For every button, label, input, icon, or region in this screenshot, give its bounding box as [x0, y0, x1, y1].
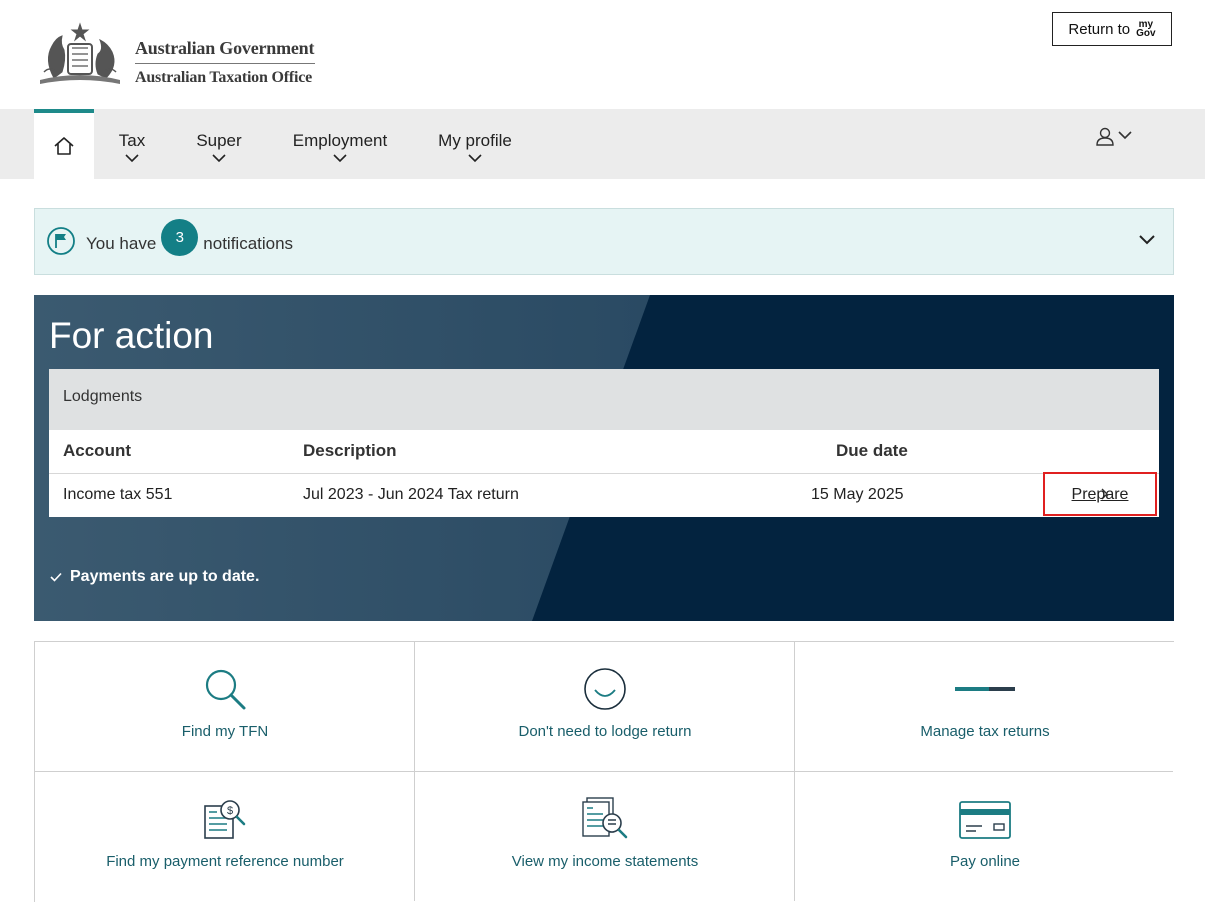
flag-icon: [47, 227, 75, 255]
column-description: Description: [303, 441, 397, 460]
tile-payment-reference[interactable]: $ Find my payment reference number: [35, 772, 415, 902]
lodgments-heading: Lodgments: [49, 369, 1159, 430]
prepare-button[interactable]: Prepare: [1043, 472, 1157, 516]
chevron-down-icon: [125, 154, 139, 163]
agency-name: Australian Taxation Office: [135, 69, 313, 86]
payments-status: Payments are up to date.: [50, 568, 259, 586]
notifications-count-badge: 3: [161, 219, 199, 256]
smile-icon: [584, 668, 626, 710]
notifications-prefix: You have: [86, 233, 157, 253]
tile-manage-tax-returns[interactable]: Manage tax returns: [795, 642, 1175, 772]
nav-home[interactable]: [34, 109, 94, 179]
return-to-label: Return to: [1068, 20, 1131, 38]
nav-super-label: Super: [196, 131, 242, 150]
search-icon: [205, 669, 246, 710]
lodgments-table: Lodgments Account Description Due date I…: [49, 369, 1159, 517]
check-icon: [50, 572, 62, 582]
tile-divider: [35, 771, 1173, 772]
payments-status-text: Payments are up to date.: [70, 568, 260, 585]
notifications-bar[interactable]: You have 3 notifications: [34, 208, 1174, 275]
mygov-logo: my Gov: [1136, 20, 1156, 39]
government-branding: Australian Government Australian Taxatio…: [135, 38, 315, 87]
chevron-down-icon: [333, 154, 347, 163]
tile-dont-need-to-lodge[interactable]: Don't need to lodge return: [415, 642, 795, 772]
user-menu-icon[interactable]: [1096, 127, 1136, 147]
row-account: Income tax 551: [63, 486, 173, 503]
for-action-title: For action: [49, 315, 214, 356]
branding-divider: [135, 63, 315, 64]
column-due-date: Due date: [836, 441, 908, 460]
notifications-text: You have 3 notifications: [86, 219, 294, 257]
for-action-panel: For action Lodgments Account Description…: [34, 295, 1174, 621]
site-header: Australian Government Australian Taxatio…: [0, 0, 1205, 109]
notifications-suffix: notifications: [203, 233, 294, 253]
chevron-down-icon: [212, 154, 226, 163]
nav-super[interactable]: Super: [194, 131, 244, 163]
tile-label: Manage tax returns: [920, 723, 1050, 740]
chevron-down-icon: [468, 154, 482, 163]
home-icon: [54, 137, 74, 155]
row-due-date: 15 May 2025: [811, 486, 904, 503]
coat-of-arms-logo: [40, 22, 120, 84]
tile-pay-online[interactable]: Pay online: [795, 772, 1175, 902]
tile-label: Don't need to lodge return: [518, 723, 692, 740]
payment-reference-icon: $: [204, 800, 246, 839]
tile-find-my-tfn[interactable]: Find my TFN: [35, 642, 415, 772]
chevron-down-icon[interactable]: [1138, 234, 1156, 246]
row-description: Jul 2023 - Jun 2024 Tax return: [303, 486, 519, 503]
return-to-mygov-button[interactable]: Return to my Gov: [1052, 12, 1172, 46]
svg-text:$: $: [227, 805, 233, 817]
government-name: Australian Government: [135, 38, 315, 58]
quick-links-grid: Find my TFN Don't need to lodge return M…: [34, 641, 1175, 902]
nav-employment-label: Employment: [292, 131, 388, 150]
nav-employment[interactable]: Employment: [290, 131, 390, 163]
tile-label: Find my TFN: [181, 723, 269, 740]
card-icon: [959, 801, 1011, 839]
nav-my-profile-label: My profile: [438, 131, 512, 150]
nav-tax[interactable]: Tax: [117, 131, 147, 163]
column-account: Account: [63, 441, 131, 460]
mygov-logo-bottom: Gov: [1136, 28, 1156, 39]
table-row: Income tax 551 Jul 2023 - Jun 2024 Tax r…: [49, 472, 1159, 517]
progress-icon: [955, 687, 1015, 691]
nav-my-profile[interactable]: My profile: [436, 131, 514, 163]
tile-label: Find my payment reference number: [106, 853, 344, 870]
tile-label: Pay online: [949, 853, 1021, 870]
prepare-link[interactable]: Prepare: [1072, 486, 1129, 504]
main-nav: Tax Super Employment My profile: [0, 109, 1205, 179]
nav-tax-label: Tax: [118, 131, 146, 150]
tile-label: View my income statements: [511, 853, 699, 870]
tile-income-statements[interactable]: View my income statements: [415, 772, 795, 902]
income-statement-icon: [582, 797, 628, 839]
lodgments-column-headers: Account Description Due date: [49, 430, 1159, 474]
